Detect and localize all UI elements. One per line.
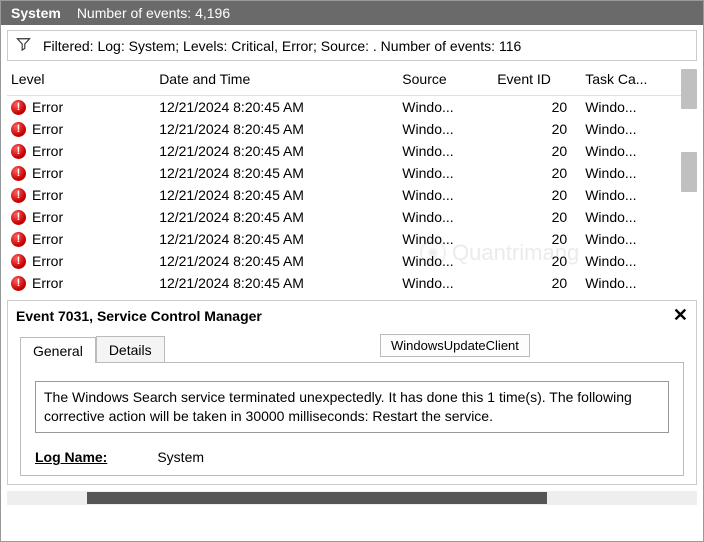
table-row[interactable]: !Error12/21/2024 8:20:45 AMWindo...20Win… [7,140,697,162]
event-message[interactable]: The Windows Search service terminated un… [35,381,669,433]
filter-bar[interactable]: Filtered: Log: System; Levels: Critical,… [7,30,697,61]
cell-task: Windo... [581,228,697,250]
cell-eventid: 20 [493,206,581,228]
error-icon: ! [11,210,26,225]
cell-eventid: 20 [493,162,581,184]
cell-date: 12/21/2024 8:20:45 AM [155,118,398,140]
event-count-text: Number of events: 4,196 [77,5,230,21]
level-text: Error [32,231,63,247]
col-eventid[interactable]: Event ID [493,65,581,96]
scrollbar-thumb[interactable] [681,152,697,192]
cell-source: Windo... [398,118,493,140]
table-row[interactable]: !Error12/21/2024 8:20:45 AMWindo...20Win… [7,162,697,184]
error-icon: ! [11,232,26,247]
filter-text: Filtered: Log: System; Levels: Critical,… [43,38,521,54]
cell-task: Windo... [581,118,697,140]
cell-date: 12/21/2024 8:20:45 AM [155,250,398,272]
col-task[interactable]: Task Ca... [581,65,697,96]
cell-source: Windo... [398,250,493,272]
col-date[interactable]: Date and Time [155,65,398,96]
col-level[interactable]: Level [7,65,155,96]
system-header-bar: System Number of events: 4,196 [1,1,703,25]
cell-date: 12/21/2024 8:20:45 AM [155,162,398,184]
cell-task: Windo... [581,272,697,294]
cell-source: Windo... [398,96,493,118]
details-tabs: General Details [20,336,696,362]
horizontal-scrollbar[interactable] [7,491,697,505]
event-details-title: Event 7031, Service Control Manager [16,308,262,324]
level-text: Error [32,275,63,291]
cell-eventid: 20 [493,272,581,294]
level-text: Error [32,121,63,137]
cell-task: Windo... [581,140,697,162]
tab-details[interactable]: Details [96,336,165,362]
error-icon: ! [11,166,26,181]
cell-date: 12/21/2024 8:20:45 AM [155,96,398,118]
tab-general-content: The Windows Search service terminated un… [20,362,684,476]
cell-source: Windo... [398,272,493,294]
log-title: System [11,5,61,21]
level-text: Error [32,209,63,225]
source-tooltip: WindowsUpdateClient [380,334,530,357]
cell-date: 12/21/2024 8:20:45 AM [155,228,398,250]
level-text: Error [32,253,63,269]
table-row[interactable]: !Error12/21/2024 8:20:45 AMWindo...20Win… [7,118,697,140]
cell-source: Windo... [398,206,493,228]
cell-task: Windo... [581,162,697,184]
cell-source: Windo... [398,184,493,206]
level-text: Error [32,143,63,159]
table-row[interactable]: !Error12/21/2024 8:20:45 AMWindo...20Win… [7,96,697,118]
cell-date: 12/21/2024 8:20:45 AM [155,206,398,228]
error-icon: ! [11,188,26,203]
cell-eventid: 20 [493,140,581,162]
error-icon: ! [11,276,26,291]
cell-date: 12/21/2024 8:20:45 AM [155,272,398,294]
cell-eventid: 20 [493,250,581,272]
cell-task: Windo... [581,96,697,118]
cell-task: Windo... [581,206,697,228]
table-row[interactable]: !Error12/21/2024 8:20:45 AMWindo...20Win… [7,184,697,206]
event-details-pane: Event 7031, Service Control Manager ✕ Ge… [7,300,697,485]
cell-date: 12/21/2024 8:20:45 AM [155,184,398,206]
log-name-label: Log Name: [35,449,107,465]
table-row[interactable]: !Error12/21/2024 8:20:45 AMWindo...20Win… [7,272,697,294]
cell-eventid: 20 [493,118,581,140]
cell-task: Windo... [581,250,697,272]
cell-task: Windo... [581,184,697,206]
event-table: Level Date and Time Source Event ID Task… [7,65,697,294]
level-text: Error [32,187,63,203]
error-icon: ! [11,100,26,115]
level-text: Error [32,165,63,181]
close-icon[interactable]: ✕ [673,305,688,326]
tab-general[interactable]: General [20,337,96,363]
log-name-value: System [157,449,204,465]
filter-icon [16,37,31,54]
table-row[interactable]: !Error12/21/2024 8:20:45 AMWindo...20Win… [7,250,697,272]
cell-eventid: 20 [493,96,581,118]
cell-source: Windo... [398,140,493,162]
table-row[interactable]: !Error12/21/2024 8:20:45 AMWindo...20Win… [7,206,697,228]
error-icon: ! [11,144,26,159]
cell-date: 12/21/2024 8:20:45 AM [155,140,398,162]
cell-eventid: 20 [493,184,581,206]
cell-source: Windo... [398,162,493,184]
column-header-row[interactable]: Level Date and Time Source Event ID Task… [7,65,697,96]
error-icon: ! [11,122,26,137]
level-text: Error [32,99,63,115]
cell-source: Windo... [398,228,493,250]
scrollbar-thumb[interactable] [87,492,547,504]
table-row[interactable]: !Error12/21/2024 8:20:45 AMWindo...20Win… [7,228,697,250]
col-source[interactable]: Source [398,65,493,96]
error-icon: ! [11,254,26,269]
cell-eventid: 20 [493,228,581,250]
